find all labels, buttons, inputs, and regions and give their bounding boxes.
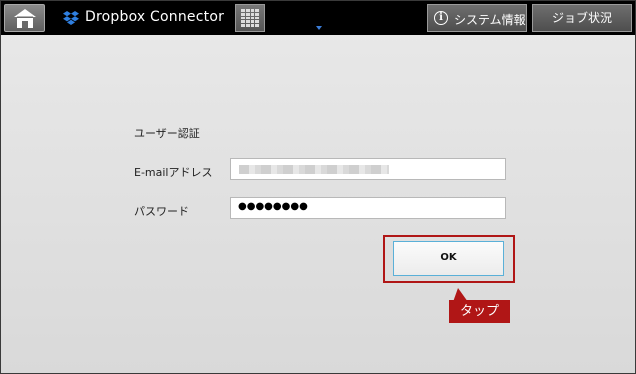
email-value-obscured <box>239 165 389 174</box>
job-status-button[interactable]: ジョブ状況 <box>532 4 632 32</box>
email-label: E-mailアドレス <box>134 166 213 179</box>
email-field[interactable] <box>230 158 506 180</box>
keyboard-icon <box>241 9 259 27</box>
home-icon <box>14 9 36 28</box>
system-info-label: システム情報 <box>454 13 526 27</box>
password-label: パスワード <box>134 205 189 218</box>
ok-button[interactable]: OK <box>393 241 504 276</box>
dropdown-indicator-icon <box>316 26 322 30</box>
screen: Dropbox Connector i システム情報 ジョブ状況 ユーザー認証 … <box>0 0 636 374</box>
system-info-button[interactable]: i システム情報 <box>427 4 527 32</box>
top-bar: Dropbox Connector i システム情報 ジョブ状況 <box>1 1 635 35</box>
password-field[interactable]: ●●●●●●●● <box>230 197 506 219</box>
keyboard-button[interactable] <box>235 4 265 32</box>
tap-callout: タップ <box>449 300 510 323</box>
password-value: ●●●●●●●● <box>238 201 308 212</box>
dropbox-icon <box>63 11 79 25</box>
form-title: ユーザー認証 <box>134 127 200 140</box>
app-title: Dropbox Connector <box>85 9 225 25</box>
home-button[interactable] <box>4 4 45 32</box>
info-icon: i <box>434 11 448 25</box>
